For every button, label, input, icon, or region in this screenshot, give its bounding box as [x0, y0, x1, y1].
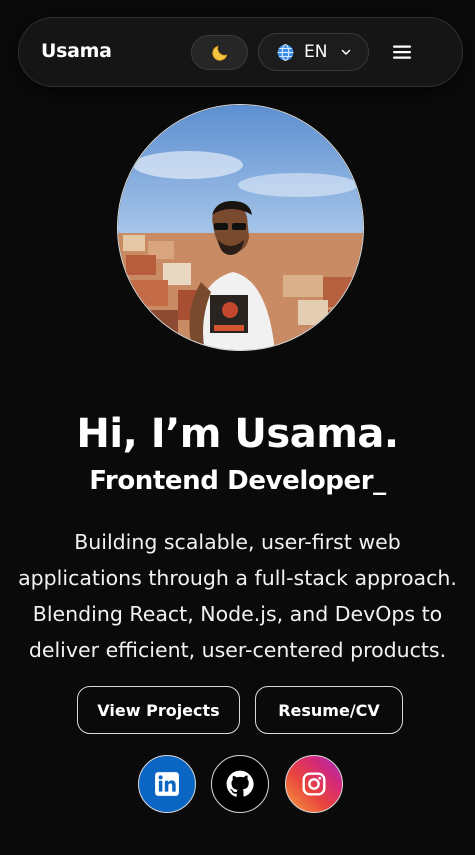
- avatar: [117, 104, 364, 351]
- hamburger-menu-icon: [393, 45, 411, 59]
- hero-title: Hi, I’m Usama.: [76, 411, 399, 457]
- linkedin-icon: [155, 772, 179, 796]
- view-projects-button[interactable]: View Projects: [77, 686, 240, 734]
- brand-logo[interactable]: Usama: [41, 40, 112, 62]
- moon-icon: [211, 45, 227, 61]
- language-label: EN: [304, 42, 328, 62]
- github-link[interactable]: [211, 755, 269, 813]
- menu-button[interactable]: [390, 41, 414, 63]
- github-icon: [226, 770, 254, 797]
- typing-cursor: _: [373, 466, 386, 496]
- resume-button[interactable]: Resume/CV: [255, 686, 403, 734]
- language-select[interactable]: EN: [258, 33, 369, 71]
- linkedin-link[interactable]: [138, 755, 196, 813]
- theme-toggle-button[interactable]: [191, 35, 248, 70]
- hero-description: Building scalable, user-first web applic…: [18, 530, 457, 662]
- chevron-down-icon: [340, 46, 352, 58]
- hero-role-text: Frontend Developer: [89, 466, 374, 496]
- globe-icon: [277, 43, 294, 61]
- instagram-icon: [302, 772, 326, 796]
- navbar: Usama EN: [18, 17, 463, 87]
- hero-role: Frontend Developer_: [0, 466, 475, 496]
- instagram-link[interactable]: [285, 755, 343, 813]
